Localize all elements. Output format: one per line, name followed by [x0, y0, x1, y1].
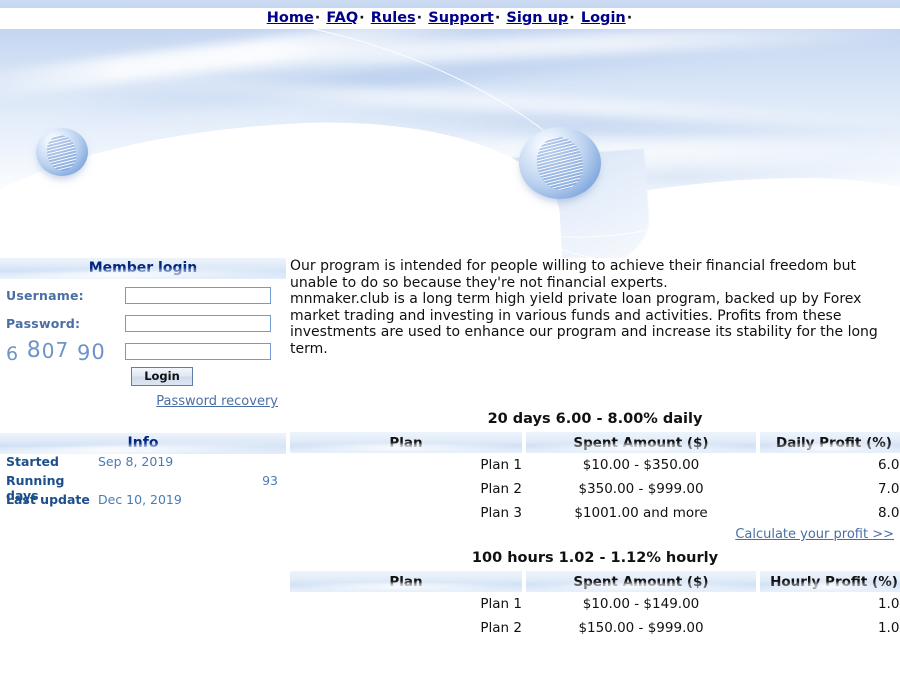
login-button-row: Login [0, 367, 286, 389]
cell-spent: $10.00 - $149.00 [582, 596, 700, 612]
cell-profit: 8.00 [877, 505, 900, 521]
cell-spent: $350.00 - $999.00 [578, 481, 704, 497]
nav-rules[interactable]: Rules [371, 10, 416, 26]
nav-faq[interactable]: FAQ [326, 10, 358, 26]
table-row: Plan 1 $10.00 - $350.00 6.00 [290, 453, 900, 477]
info-row: Started Sep 8, 2019 [0, 454, 286, 473]
banner-sphere-right [519, 127, 601, 199]
info-row: Running days 93 [0, 473, 286, 503]
username-input[interactable] [125, 286, 271, 304]
captcha-digit: 6 [6, 342, 20, 365]
cell-plan: Plan 1 [480, 457, 522, 473]
banner-sphere-left [36, 128, 88, 176]
table-row: Plan 1 $10.00 - $149.00 1.02 [290, 592, 900, 616]
nav-separator: · [494, 10, 501, 26]
plan-table-hourly: Plan Spent Amount ($) Hourly Profit (%) … [290, 571, 900, 640]
intro-text: Our program is intended for people willi… [290, 258, 900, 357]
password-recovery-row: Password recovery [0, 394, 286, 409]
password-row: Password: [0, 311, 286, 335]
plan-table-header-row: Plan Spent Amount ($) Hourly Profit (%) [290, 571, 900, 592]
sphere-stripes [43, 131, 81, 174]
captcha-digit: 7 [55, 337, 70, 362]
username-label: Username: [6, 287, 84, 303]
member-login-form: Username: Password: 6 807 90 Login Passw… [0, 279, 286, 409]
header-plan: Plan [290, 571, 522, 592]
cell-profit: 1.02 [877, 596, 900, 612]
info-row: Last update Dec 10, 2019 [0, 492, 286, 511]
nav-separator: · [359, 10, 365, 26]
plan-title-hourly: 100 hours 1.02 - 1.12% hourly [471, 550, 719, 566]
member-login-title: Member login [0, 258, 286, 279]
intro-paragraph-2: mnmaker.club is a long term high yield p… [290, 291, 878, 357]
cell-spent: $150.00 - $999.00 [578, 620, 704, 636]
table-row: Plan 2 $150.00 - $999.00 1.05 [290, 616, 900, 640]
cell-plan: Plan 2 [480, 620, 522, 636]
intro-paragraph-1: Our program is intended for people willi… [290, 258, 856, 291]
cell-spent: $1001.00 and more [574, 505, 708, 521]
nav-separator: · [314, 10, 321, 26]
main-column: Our program is intended for people willi… [290, 258, 900, 642]
plan-table-daily: Plan Spent Amount ($) Daily Profit (%) P… [290, 432, 900, 525]
cell-plan: Plan 2 [480, 481, 522, 497]
header-spent-amount: Spent Amount ($) [526, 571, 756, 592]
info-key-last-update: Last update [6, 492, 90, 507]
cell-profit: 1.05 [877, 620, 900, 636]
nav-home[interactable]: Home [267, 10, 314, 26]
plan-table-header-row: Plan Spent Amount ($) Daily Profit (%) [290, 432, 900, 453]
top-navigation: Home· FAQ· Rules· Support· Sign up· Logi… [0, 8, 900, 29]
calculate-profit-row: Calculate your profit >> [290, 525, 900, 542]
nav-support[interactable]: Support [428, 10, 494, 26]
plan-title-daily: 20 days 6.00 - 8.00% daily [487, 411, 703, 427]
login-button[interactable]: Login [131, 367, 193, 386]
sphere-stripes [531, 132, 589, 196]
header-spent-amount: Spent Amount ($) [526, 432, 756, 453]
info-value-last-update: Dec 10, 2019 [98, 492, 182, 507]
nav-separator: · [626, 10, 633, 26]
site-banner: Home· FAQ· Rules· Support· Sign up· Logi… [0, 0, 900, 258]
password-recovery-link[interactable]: Password recovery [156, 394, 278, 409]
banner-artwork [0, 0, 900, 258]
nav-separator: · [569, 10, 575, 26]
username-row: Username: [0, 283, 286, 307]
password-label: Password: [6, 315, 81, 331]
captcha-row: 6 807 90 [0, 337, 286, 365]
info-value-started: Sep 8, 2019 [98, 454, 174, 469]
plan-block-daily: 20 days 6.00 - 8.00% daily Plan Spent Am… [290, 405, 900, 542]
header-daily-profit: Daily Profit (%) [760, 432, 900, 453]
nav-signup[interactable]: Sign up [506, 10, 568, 26]
captcha-digit: 0 [91, 339, 106, 364]
info-value-running-days: 93 [262, 473, 278, 488]
header-plan: Plan [290, 432, 522, 453]
captcha-digit: 0 [41, 338, 56, 363]
nav-login[interactable]: Login [581, 10, 626, 26]
info-key-started: Started [6, 454, 59, 469]
sidebar: Member login Username: Password: 6 807 9… [0, 258, 286, 511]
calculate-profit-link[interactable]: Calculate your profit >> [735, 527, 894, 542]
info-title: Info [0, 433, 286, 454]
cell-plan: Plan 3 [480, 505, 522, 521]
captcha-input[interactable] [125, 342, 271, 360]
info-panel: Info Started Sep 8, 2019 Running days 93… [0, 433, 286, 511]
password-input[interactable] [125, 314, 271, 332]
intro-spacer [290, 357, 900, 405]
cell-profit: 6.00 [877, 457, 900, 473]
cell-plan: Plan 1 [480, 596, 522, 612]
cell-profit: 7.00 [877, 481, 900, 497]
plan-block-hourly: 100 hours 1.02 - 1.12% hourly Plan Spent… [290, 544, 900, 640]
captcha-image: 6 807 90 [0, 337, 125, 365]
captcha-digit: 8 [26, 337, 42, 363]
table-row: Plan 2 $350.00 - $999.00 7.00 [290, 477, 900, 501]
nav-separator: · [416, 10, 423, 26]
captcha-digit: 9 [76, 340, 92, 365]
cell-spent: $10.00 - $350.00 [582, 457, 700, 473]
table-row: Plan 3 $1001.00 and more 8.00 [290, 501, 900, 525]
header-hourly-profit: Hourly Profit (%) [760, 571, 900, 592]
